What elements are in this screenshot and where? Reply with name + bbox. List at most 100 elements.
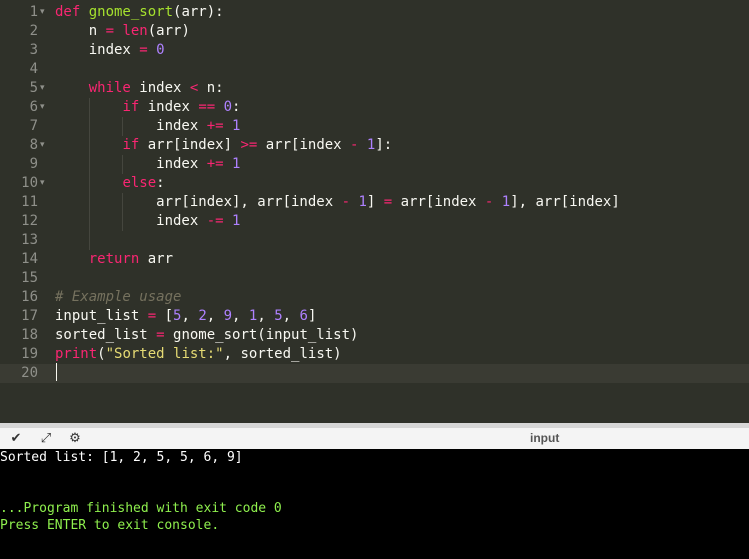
gutter-line: 4 xyxy=(0,60,51,79)
code-line[interactable]: index -= 1 xyxy=(51,212,749,231)
code-token: >= xyxy=(240,137,258,153)
console-prompt-message: Press ENTER to exit console. xyxy=(0,518,220,533)
code-token: 1 xyxy=(501,194,511,210)
code-line[interactable]: while index < n: xyxy=(51,79,749,98)
line-number: 6 xyxy=(29,99,38,115)
code-token: += xyxy=(206,118,224,134)
code-token: : xyxy=(232,99,241,115)
code-line[interactable]: if arr[index] >= arr[index - 1]: xyxy=(51,136,749,155)
line-number: 20 xyxy=(21,365,38,381)
code-token: -= xyxy=(206,213,224,229)
code-line[interactable]: # Example usage xyxy=(51,288,749,307)
code-line-text: return arr xyxy=(55,250,173,269)
code-token: , xyxy=(232,308,249,324)
gutter-line: 6 ▾ xyxy=(0,98,51,117)
code-token: 9 xyxy=(223,308,233,324)
code-line[interactable]: sorted_list = gnome_sort(input_list) xyxy=(51,326,749,345)
code-token: print xyxy=(55,346,98,362)
line-number: 4 xyxy=(29,61,38,77)
input-tab-label[interactable]: input xyxy=(530,430,559,446)
code-token: ], arr[index] xyxy=(510,194,620,210)
code-token: index xyxy=(139,99,199,115)
code-token: if xyxy=(122,99,140,115)
code-line[interactable]: n = len(arr) xyxy=(51,22,749,41)
code-token: 1 xyxy=(358,194,367,210)
line-number: 18 xyxy=(21,327,38,343)
gutter-line: 11 xyxy=(0,193,51,212)
code-token: arr[index] xyxy=(139,137,241,153)
gutter-line: 12 xyxy=(0,212,51,231)
code-line[interactable]: if index == 0: xyxy=(51,98,749,117)
code-line[interactable]: index = 0 xyxy=(51,41,749,60)
terminal-settings-icon[interactable]: ⚙ xyxy=(66,430,84,447)
code-line[interactable]: arr[index], arr[index - 1] = arr[index -… xyxy=(51,193,749,212)
code-line-text: index += 1 xyxy=(55,117,240,136)
code-line[interactable]: index += 1 xyxy=(51,155,749,174)
code-line-text: index += 1 xyxy=(55,155,240,174)
code-line[interactable] xyxy=(51,269,749,288)
fold-toggle-icon[interactable]: ▾ xyxy=(40,98,49,117)
code-token: = xyxy=(383,194,393,210)
gutter-line: 8 ▾ xyxy=(0,136,51,155)
gutter-line: 3 xyxy=(0,41,51,60)
code-line[interactable]: input_list = [5, 2, 9, 1, 5, 6] xyxy=(51,307,749,326)
code-editor[interactable]: 1 ▾ 2 3 4 5 ▾ 6 ▾ 7 8 ▾ 9 10 ▾ 11 12 13 14 15 16 17 18 19 20 def… xyxy=(0,0,749,423)
line-number: 13 xyxy=(21,232,38,248)
fold-toggle-icon[interactable]: ▾ xyxy=(40,3,49,22)
console-output[interactable]: Sorted list: [1, 2, 5, 5, 6, 9] ...Progr… xyxy=(0,449,749,559)
code-line[interactable]: print("Sorted list:", sorted_list) xyxy=(51,345,749,364)
code-token: def xyxy=(55,4,89,20)
code-token: len xyxy=(122,23,148,39)
code-token: ]: xyxy=(375,137,393,153)
code-token: 2 xyxy=(198,308,207,324)
code-area[interactable]: def gnome_sort(arr): n = len(arr) index … xyxy=(51,0,749,423)
code-line[interactable]: return arr xyxy=(51,250,749,269)
code-token: = xyxy=(139,42,148,58)
code-token: ] xyxy=(366,194,384,210)
code-token: 1 xyxy=(232,156,241,172)
gutter-line: 2 xyxy=(0,22,51,41)
code-line-text: index = 0 xyxy=(55,41,165,60)
chevron-down-icon[interactable]: ✔ xyxy=(7,430,25,447)
gutter-line: 19 xyxy=(0,345,51,364)
line-number: 1 xyxy=(29,4,38,20)
code-token: , sorted_list) xyxy=(223,346,342,362)
code-line[interactable]: def gnome_sort(arr): xyxy=(51,3,749,22)
gutter-line: 20 xyxy=(0,364,51,383)
gutter-line: 9 xyxy=(0,155,51,174)
code-token: ] xyxy=(307,308,317,324)
fold-toggle-icon[interactable]: ▾ xyxy=(40,136,49,155)
code-token: 6 xyxy=(299,308,308,324)
gutter-line: 14 xyxy=(0,250,51,269)
code-token: gnome_sort xyxy=(88,4,174,20)
code-token: 1 xyxy=(232,213,241,229)
code-token: # Example usage xyxy=(55,289,182,305)
code-line[interactable] xyxy=(51,231,749,250)
code-line[interactable]: else: xyxy=(51,174,749,193)
gutter-line: 10 ▾ xyxy=(0,174,51,193)
code-token: arr[index], arr[index xyxy=(55,194,342,210)
code-token: = xyxy=(147,308,157,324)
gutter-line: 13 xyxy=(0,231,51,250)
expand-arrows-icon[interactable]: ⤢ xyxy=(37,430,55,447)
code-token: [ xyxy=(156,308,174,324)
code-line-text: print("Sorted list:", sorted_list) xyxy=(55,345,342,364)
code-line[interactable]: index += 1 xyxy=(51,117,749,136)
fold-toggle-icon[interactable]: ▾ xyxy=(40,79,49,98)
line-number: 15 xyxy=(21,270,38,286)
code-token: index xyxy=(55,42,140,58)
code-line-text: if index == 0: xyxy=(55,98,240,117)
code-line[interactable] xyxy=(51,60,749,79)
line-number-gutter: 1 ▾ 2 3 4 5 ▾ 6 ▾ 7 8 ▾ 9 10 ▾ 11 12 13 14 15 16 17 18 19 20 xyxy=(0,0,52,423)
console-toolbar: ✔ ⤢ ⚙ input xyxy=(0,428,749,450)
gutter-line: 7 xyxy=(0,117,51,136)
code-line[interactable] xyxy=(51,364,749,383)
fold-toggle-icon[interactable]: ▾ xyxy=(40,174,49,193)
gutter-line: 1 ▾ xyxy=(0,3,51,22)
code-line-text: n = len(arr) xyxy=(55,22,190,41)
code-token: index xyxy=(55,118,207,134)
